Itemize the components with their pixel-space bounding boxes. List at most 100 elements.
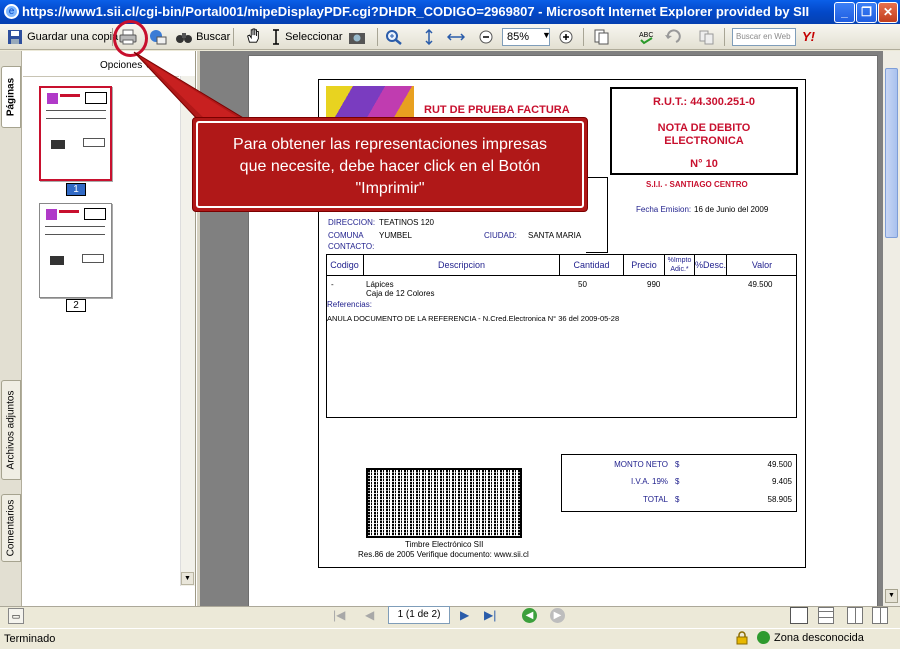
scrollbar-thumb[interactable] [885,68,898,238]
close-button[interactable]: ✕ [878,2,898,23]
tab-pages[interactable]: Páginas [1,66,21,128]
panel-options-icon[interactable]: ▭ [8,608,24,624]
toolbar-separator [233,28,234,46]
camera-icon [349,33,365,44]
page-thumbnail-2[interactable] [39,203,112,298]
col-desc: %Desc. [695,254,727,276]
contacto-label: CONTACTO: [328,242,375,251]
previous-page-icon[interactable]: ◀ [365,608,374,622]
zoom-in-button[interactable] [557,29,575,45]
yahoo-logo[interactable]: Y! [802,29,815,44]
minimize-button[interactable]: _ [834,2,855,23]
zoom-tool-button[interactable] [385,29,403,45]
callout-text-box: Para obtener las representaciones impres… [196,121,584,208]
internet-zone-icon [757,631,770,644]
spellcheck-button[interactable]: ABC [638,29,656,45]
total-label-iva: I.V.A. 19% [630,477,668,486]
callout-line-2: que necesite, debe hacer click en el Bot… [239,158,541,175]
lock-icon [736,631,748,645]
tab-attachments[interactable]: Archivos adjuntos [1,380,21,480]
search-label: Buscar [196,31,231,43]
rut-number: R.U.T.: 44.300.251-0 [652,96,756,108]
hand-tool-button[interactable] [244,28,262,44]
fit-width-button[interactable] [447,29,465,45]
doc-number: N° 10 [690,158,718,170]
binoculars-icon [176,33,192,44]
timbre-verify: Res.86 de 2005 Verifique documento: www.… [358,550,529,559]
search-button[interactable]: Buscar [175,27,230,47]
instruction-callout: Para obtener las representaciones impres… [192,117,588,212]
select-button[interactable]: Seleccionar [270,27,343,47]
total-value-iva: 9.405 [771,477,792,486]
total-currency-total: $ [675,495,680,504]
tab-attachments-label: Archivos adjuntos [5,390,17,470]
copy-button[interactable] [698,29,716,45]
ciudad-label: CIUDAD: [484,231,517,240]
scroll-down-icon[interactable]: ▼ [885,589,898,603]
sii-office: S.I.I. - SANTIAGO CENTRO [646,180,748,189]
company-logo [326,86,414,120]
col-codigo: Codigo [326,254,364,276]
col-impto: %Impto Adic.* [665,254,695,276]
col-valor: Valor [751,260,773,270]
row-valor: 49.500 [748,280,773,289]
back-view-icon[interactable]: ◀ [522,608,537,623]
issuer-name: RUT DE PRUEBA FACTURA [424,104,570,116]
total-label-total: TOTAL [642,495,668,504]
status-text: Terminado [4,633,56,645]
page-layout-button[interactable] [593,29,611,45]
panel-scroll-down-icon[interactable]: ▼ [181,572,194,585]
total-currency-iva: $ [675,477,680,486]
fit-page-button[interactable] [420,29,438,45]
page-number-1[interactable]: 1 [66,183,86,196]
next-page-icon[interactable]: ▶ [460,608,469,622]
ciudad-value: SANTA MARIA [528,231,582,240]
direccion-label: DIRECCION: [328,218,376,227]
first-page-icon[interactable]: |◀ [333,608,345,622]
email-icon [150,30,167,45]
continuous-facing-view-icon[interactable] [872,607,888,624]
zoom-value: 85% [507,31,530,43]
plus-circle-icon [559,30,573,44]
maximize-button[interactable]: ❐ [856,2,877,23]
doc-type-2: ELECTRONICA [664,135,744,147]
floppy-disk-icon [8,30,22,45]
forward-view-icon[interactable]: ▶ [550,608,565,623]
comuna-value: YUMBEL [379,231,412,240]
page-layout-icon [594,29,609,45]
comuna-label: COMUNA [328,231,364,240]
referencia-text: ANULA DOCUMENTO DE LA REFERENCIA - N.Cre… [327,314,620,323]
page-number-input[interactable]: 1 (1 de 2) [388,606,450,624]
row-cantidad: 50 [578,280,587,289]
total-currency-neto: $ [675,460,680,469]
toolbar-separator [724,28,725,46]
text-cursor-icon [273,29,279,45]
total-value-neto: 49.500 [767,460,792,469]
copy-icon [699,30,714,45]
page-number-2[interactable]: 2 [66,299,86,312]
snapshot-button[interactable] [348,29,366,45]
magnifier-plus-icon [386,30,402,45]
ie-icon: e [4,4,19,19]
row-precio: 990 [647,280,661,289]
email-button[interactable] [149,29,167,45]
tab-comments[interactable]: Comentarios [1,494,21,562]
zoom-out-button[interactable] [477,29,495,45]
search-web-input[interactable]: Buscar en Web [732,28,796,46]
continuous-view-icon[interactable] [818,607,834,624]
undo-button[interactable] [664,29,682,45]
save-copy-button[interactable]: Guardar una copia [6,27,118,47]
callout-line-3: "Imprimir" [355,180,425,197]
spellcheck-icon: ABC [639,32,653,45]
facing-view-icon[interactable] [847,607,863,624]
save-copy-label: Guardar una copia [27,31,119,43]
toolbar-separator [377,28,378,46]
single-page-view-icon[interactable] [790,607,808,624]
row-codigo: - [331,280,334,289]
pdf417-barcode-texture [368,470,520,536]
page-thumbnail-1[interactable] [39,86,112,181]
col-cantidad: Cantidad [560,254,624,276]
chevron-down-icon[interactable]: ▼ [542,30,551,40]
hand-icon [247,28,259,43]
last-page-icon[interactable]: ▶| [484,608,496,622]
